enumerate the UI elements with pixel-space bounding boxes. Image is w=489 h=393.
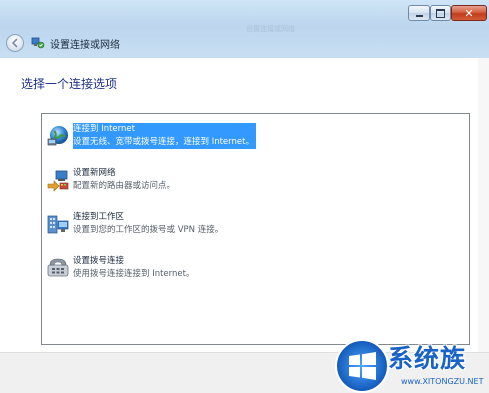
- option-title: 连接到 Internet: [73, 124, 135, 134]
- option-title: 设置新网络: [73, 168, 116, 178]
- option-description: 设置无线、宽带或拨号连接，连接到 Internet。: [73, 137, 254, 147]
- watermark-url: www.XITONGZU.NET: [401, 377, 484, 386]
- watermark-brand: 系统族: [388, 344, 467, 373]
- new-network-icon: [47, 170, 69, 192]
- globe-network-icon: [47, 126, 68, 146]
- window-title-ghost: 设置连接或网络: [246, 25, 295, 32]
- setup-connection-window: 设置连接或网络 ✕ 设置连接或网络 选择一个连接选项 连接到 Internet …: [0, 0, 489, 393]
- option-title: 设置拨号连接: [73, 256, 125, 266]
- close-icon: ✕: [464, 6, 474, 20]
- close-button[interactable]: ✕: [451, 5, 487, 21]
- option-connect-workplace[interactable]: 连接到工作区 设置到您的工作区的拨号或 VPN 连接。: [42, 208, 469, 242]
- page-subtitle: 选择一个连接选项: [21, 77, 118, 91]
- dialup-phone-icon: [47, 258, 69, 277]
- option-description: 配置新的路由器或访问点。: [73, 181, 176, 191]
- option-text: 设置拨号连接 使用拨号连接连接到 Internet。: [73, 255, 194, 281]
- connection-options-list: 连接到 Internet 设置无线、宽带或拨号连接，连接到 Internet。 …: [41, 113, 470, 345]
- maximize-button[interactable]: [430, 5, 451, 21]
- workplace-icon: [47, 215, 69, 234]
- network-setup-icon: [31, 37, 45, 49]
- window-right-edge: [478, 58, 489, 352]
- option-description: 使用拨号连接连接到 Internet。: [73, 269, 195, 279]
- back-arrow-icon: [12, 38, 18, 48]
- maximize-icon: [436, 8, 445, 18]
- minimize-button[interactable]: [408, 5, 430, 21]
- back-button[interactable]: [6, 34, 24, 52]
- header-title: 设置连接或网络: [50, 40, 120, 51]
- option-description: 设置到您的工作区的拨号或 VPN 连接。: [73, 225, 224, 235]
- option-text: 设置新网络 配置新的路由器或访问点。: [73, 167, 175, 193]
- option-setup-new-network[interactable]: 设置新网络 配置新的路由器或访问点。: [42, 164, 469, 198]
- option-connect-internet[interactable]: 连接到 Internet 设置无线、宽带或拨号连接，连接到 Internet。: [42, 120, 469, 154]
- option-setup-dialup[interactable]: 设置拨号连接 使用拨号连接连接到 Internet。: [42, 252, 469, 286]
- option-title: 连接到工作区: [73, 212, 125, 222]
- option-text: 连接到工作区 设置到您的工作区的拨号或 VPN 连接。: [73, 211, 223, 237]
- minimize-icon: [415, 14, 423, 17]
- option-text: 连接到 Internet 设置无线、宽带或拨号连接，连接到 Internet。: [73, 123, 256, 149]
